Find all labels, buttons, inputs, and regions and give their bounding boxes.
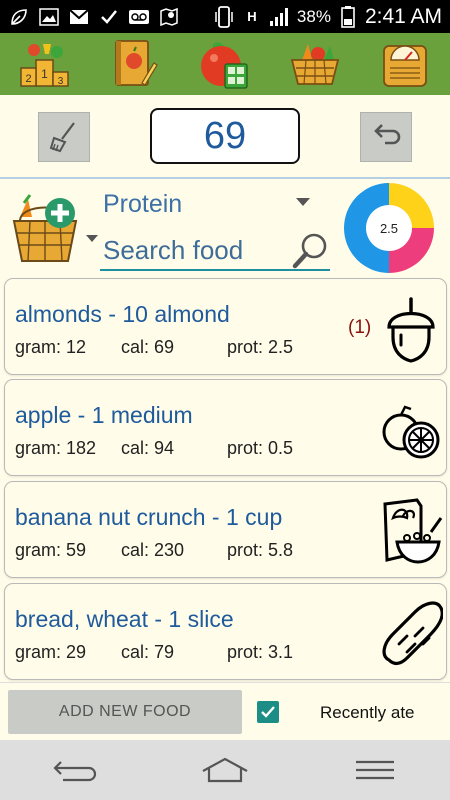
food-name: apple - 1 medium [15, 402, 193, 428]
network-type: H [247, 9, 257, 24]
food-gram: gram: 29 [15, 642, 87, 662]
category-dropdown[interactable]: Protein [103, 187, 315, 221]
food-cal: cal: 69 [121, 337, 175, 357]
svg-text:2: 2 [25, 73, 31, 85]
system-nav-bar [0, 740, 450, 800]
nutrient-donut-chart: 2.5 [344, 183, 434, 273]
signal-icon [269, 7, 291, 27]
add-basket-button[interactable] [10, 193, 100, 265]
chevron-down-icon[interactable] [296, 198, 310, 206]
clock: 2:41 AM [364, 4, 442, 28]
add-new-food-button[interactable]: ADD NEW FOOD [8, 690, 242, 734]
scale-icon[interactable] [374, 36, 436, 92]
image-icon [38, 7, 60, 27]
food-prot: prot: 5.8 [227, 540, 294, 560]
food-stats: gram: 59 cal: 230 prot: 5.8 [15, 540, 345, 564]
food-eaten-count: (1) [348, 317, 372, 338]
food-stats: gram: 12 cal: 69 prot: 2.5 [15, 337, 345, 361]
bread-icon [379, 598, 444, 668]
clear-button[interactable] [38, 112, 90, 162]
filter-row: Protein 2.5 [0, 179, 450, 274]
status-bar: H 38% 2:41 AM [0, 0, 450, 33]
add-basket-icon [12, 194, 98, 262]
main-toolbar: 1 2 3 [0, 33, 450, 95]
recently-ate-checkbox[interactable] [257, 701, 279, 723]
search-icon[interactable] [290, 231, 330, 271]
food-cal: cal: 94 [121, 438, 175, 458]
leaf-icon [8, 7, 30, 27]
food-prot: prot: 2.5 [227, 337, 294, 357]
gmail-icon [68, 7, 90, 27]
food-stats: gram: 182 cal: 94 prot: 0.5 [15, 438, 345, 462]
broom-icon [49, 122, 75, 153]
food-gram: gram: 182 [15, 438, 97, 458]
acorn-icon [379, 293, 443, 363]
food-item-bread-wheat[interactable]: bread, wheat - 1 slice gram: 29 cal: 79 … [4, 583, 447, 680]
menu-icon[interactable] [345, 750, 405, 790]
food-stats: gram: 29 cal: 79 prot: 3.1 [15, 642, 345, 666]
map-icon [158, 7, 180, 27]
citrus-icon [379, 394, 443, 464]
undo-icon [374, 124, 401, 145]
search-box [100, 231, 330, 271]
check-icon [98, 7, 120, 27]
food-name: banana nut crunch - 1 cup [15, 504, 283, 530]
undo-button[interactable] [360, 112, 412, 162]
food-prot: prot: 0.5 [227, 438, 294, 458]
recently-ate-label: Recently ate [320, 703, 415, 722]
counter-row: 69 [0, 95, 450, 177]
veggie-basket-icon[interactable] [284, 36, 346, 92]
battery-icon [337, 5, 359, 28]
svg-text:3: 3 [58, 76, 64, 87]
svg-text:1: 1 [41, 67, 48, 81]
food-gram: gram: 59 [15, 540, 87, 560]
apple-calculator-icon[interactable] [194, 36, 256, 92]
voicemail-icon [128, 7, 150, 27]
food-item-apple[interactable]: apple - 1 medium gram: 182 cal: 94 prot:… [4, 379, 447, 476]
food-item-banana-nut-crunch[interactable]: banana nut crunch - 1 cup gram: 59 cal: … [4, 481, 447, 578]
food-item-almonds[interactable]: almonds - 10 almond gram: 12 cal: 69 pro… [4, 278, 447, 375]
calorie-counter: 69 [150, 108, 300, 164]
food-name: bread, wheat - 1 slice [15, 606, 234, 632]
phone-vibrate-icon [213, 5, 235, 28]
food-cal: cal: 230 [121, 540, 185, 560]
search-input[interactable] [100, 231, 290, 269]
food-cal: cal: 79 [121, 642, 175, 662]
notebook-icon[interactable] [104, 36, 166, 92]
bottom-bar: ADD NEW FOOD Recently ate [0, 682, 450, 740]
donut-center-label: 2.5 [380, 221, 398, 236]
cereal-icon [379, 496, 443, 566]
podium-icon[interactable]: 1 2 3 [14, 36, 76, 92]
back-icon[interactable] [45, 750, 105, 790]
food-name: almonds - 10 almond [15, 301, 230, 327]
food-prot: prot: 3.1 [227, 642, 294, 662]
checkmark-icon [261, 706, 275, 718]
home-icon[interactable] [195, 750, 255, 790]
food-gram: gram: 12 [15, 337, 87, 357]
battery-percent: 38% [296, 6, 331, 26]
